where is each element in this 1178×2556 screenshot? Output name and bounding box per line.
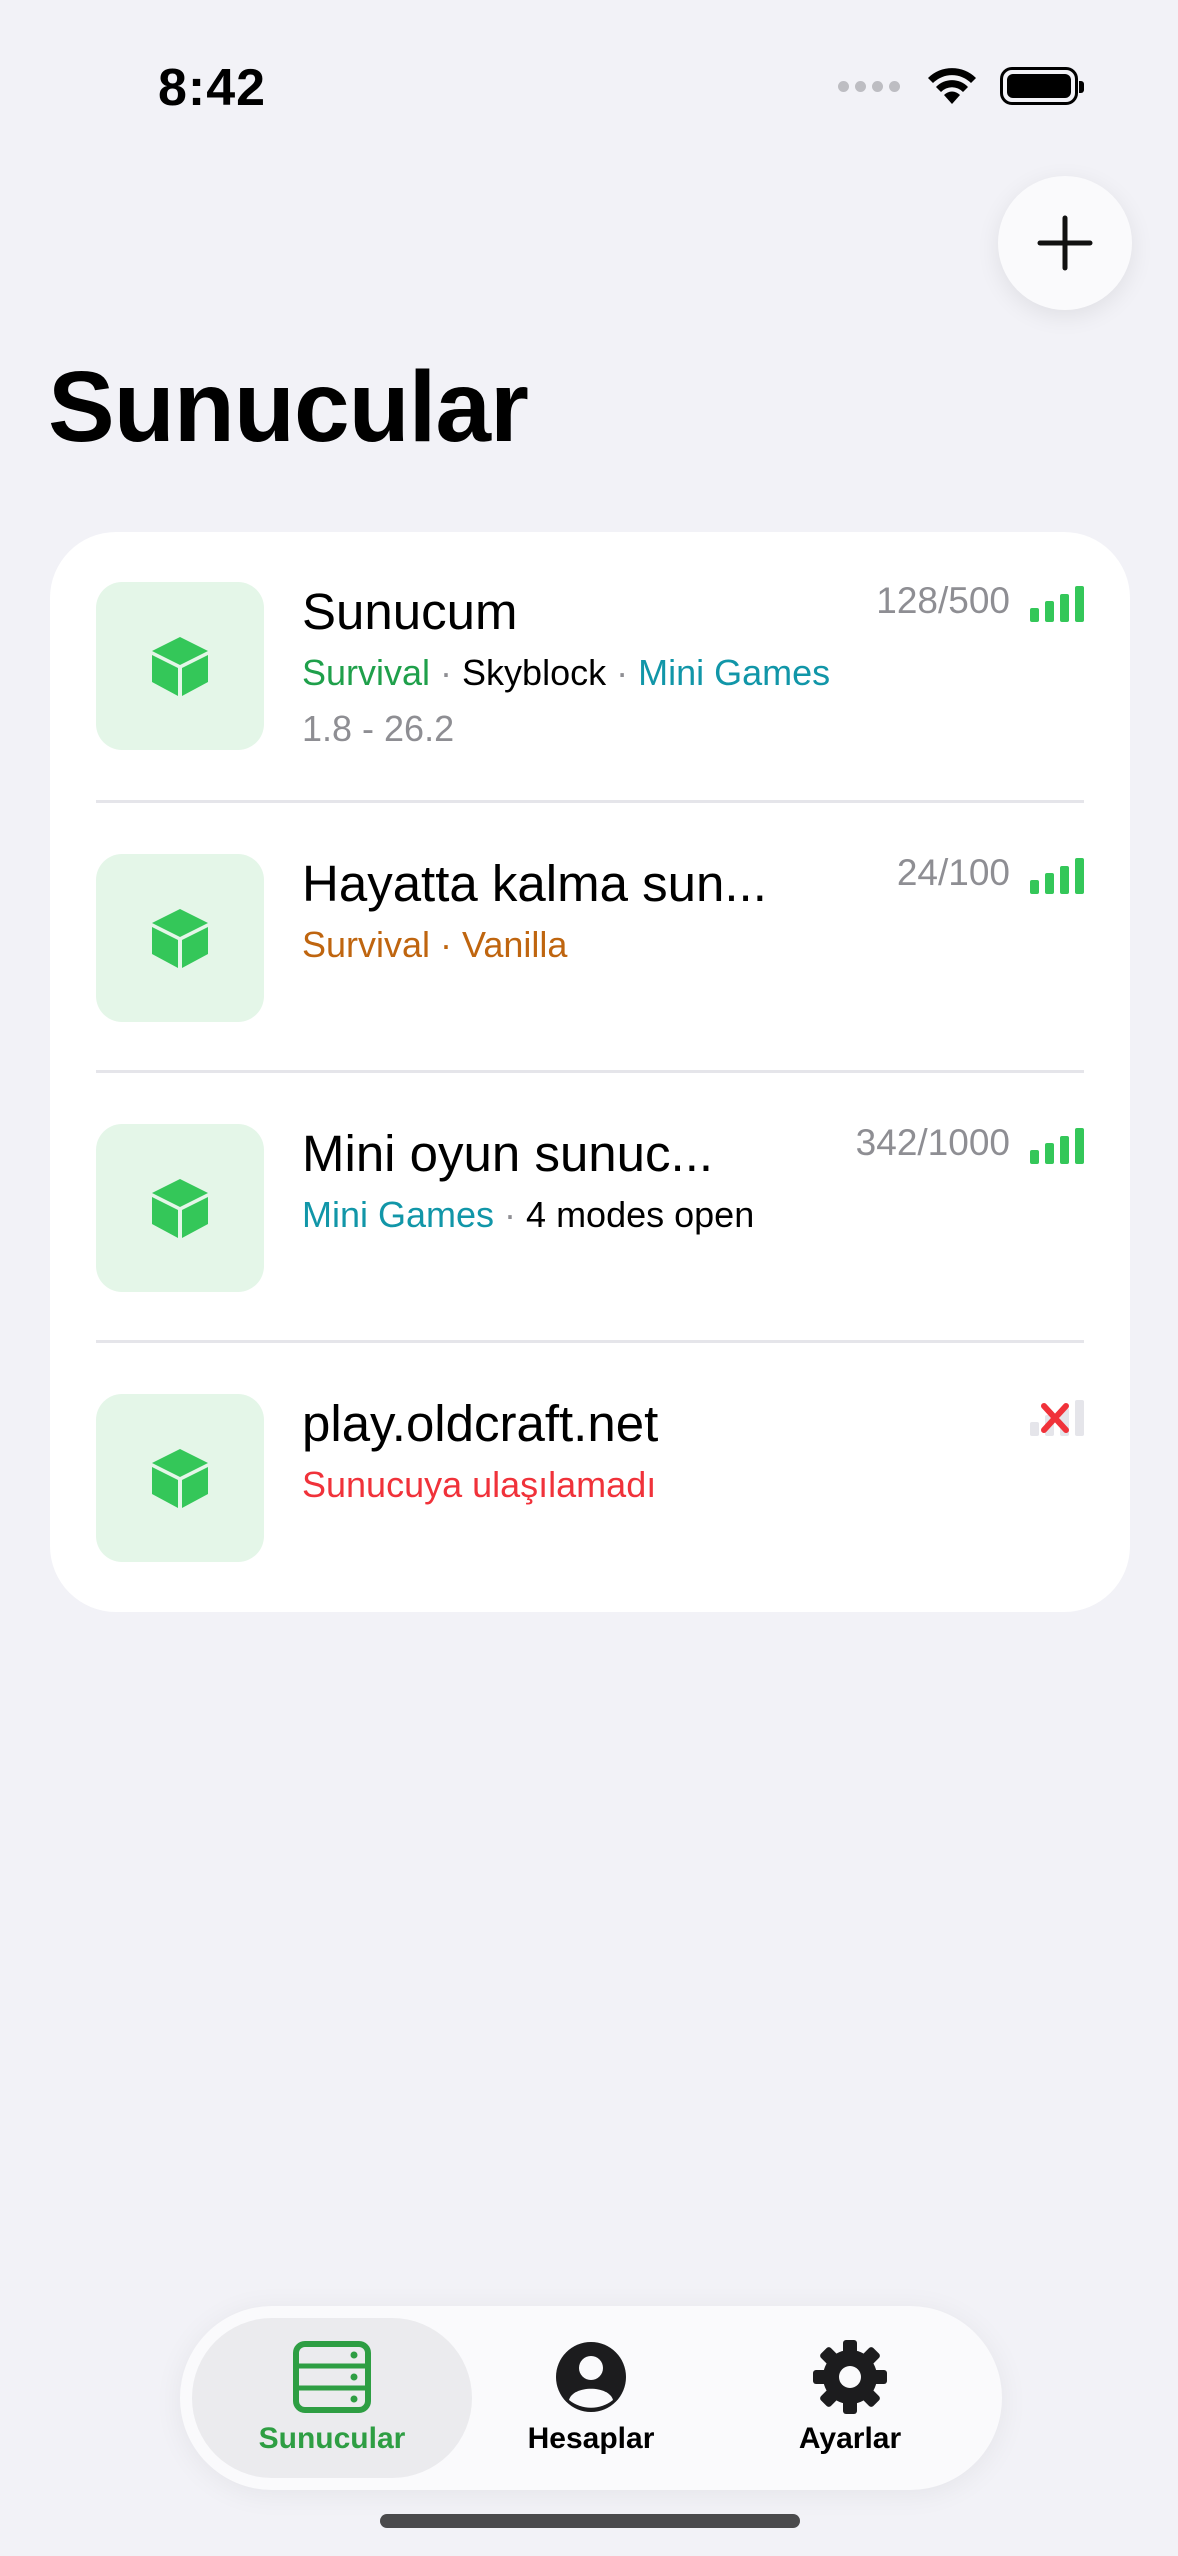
status-time: 8:42 [158,59,267,117]
server-row[interactable]: Sunucum Survival · Skyblock · Mini Games… [50,532,1130,802]
tag: Mini Games [302,1194,495,1235]
tab-bar: Sunucular Hesaplar Ayarlar [180,2306,1002,2490]
server-name: Mini oyun sunuc... [302,1125,714,1182]
add-server-button[interactable] [998,176,1132,310]
player-count: 24/100 [896,852,1010,893]
server-row[interactable]: Mini oyun sunuc... Mini Games · 4 modes … [50,1074,1130,1344]
server-version: 1.8 - 26.2 [302,708,455,749]
server-name: Sunucum [302,583,518,640]
tag: Skyblock [462,652,607,693]
server-tags: Survival · Skyblock · Mini Games [302,652,831,693]
server-tags: Mini Games · 4 modes open [302,1194,755,1235]
divider [96,1340,1084,1343]
server-thumbnail [96,854,264,1022]
signal-bars-icon [1030,858,1084,894]
tab-label: Ayarlar [798,2422,902,2455]
tag: Survival [302,652,431,693]
server-rack-icon [293,2341,371,2413]
player-count: 342/1000 [855,1122,1010,1163]
tab-sunucular[interactable]: Sunucular [192,2318,472,2478]
tab-hesaplar[interactable]: Hesaplar [451,2318,731,2478]
person-circle-icon [556,2342,626,2412]
cube-icon [152,637,208,696]
server-thumbnail [96,1394,264,1562]
server-list: Sunucum Survival · Skyblock · Mini Games… [50,532,1130,1612]
cube-icon [152,1449,208,1508]
status-indicators [838,66,1084,106]
server-row[interactable]: play.oldcraft.net Sunucuya ulaşılamadı [50,1344,1130,1614]
page-title: Sunucular [48,351,529,463]
no-signal-icon [1030,1400,1084,1436]
divider [96,800,1084,803]
server-name: play.oldcraft.net [302,1395,659,1452]
signal-bars-icon [1030,1128,1084,1164]
tab-ayarlar[interactable]: Ayarlar [710,2318,990,2478]
tag: Mini Games [638,652,831,693]
divider [96,1070,1084,1073]
plus-icon [1037,215,1093,271]
tab-label: Sunucular [258,2422,406,2455]
home-indicator [380,2514,800,2528]
cellular-signal-icon [838,80,900,92]
server-tags: Survival · Vanilla [302,924,568,965]
signal-bars-icon [1030,586,1084,622]
server-error: Sunucuya ulaşılamadı [302,1464,657,1505]
tag: 4 modes open [526,1194,755,1235]
player-count: 128/500 [876,580,1010,621]
wifi-icon [928,68,976,104]
battery-icon [1000,67,1084,105]
cube-icon [152,909,208,968]
cube-icon [152,1179,208,1238]
server-thumbnail [96,582,264,750]
tag: Survival [302,924,431,965]
tag: Vanilla [462,924,568,965]
server-name: Hayatta kalma sun... [302,855,767,912]
tab-label: Hesaplar [527,2422,655,2455]
server-thumbnail [96,1124,264,1292]
gear-icon [813,2340,887,2414]
server-row[interactable]: Hayatta kalma sun... Survival · Vanilla … [50,804,1130,1074]
